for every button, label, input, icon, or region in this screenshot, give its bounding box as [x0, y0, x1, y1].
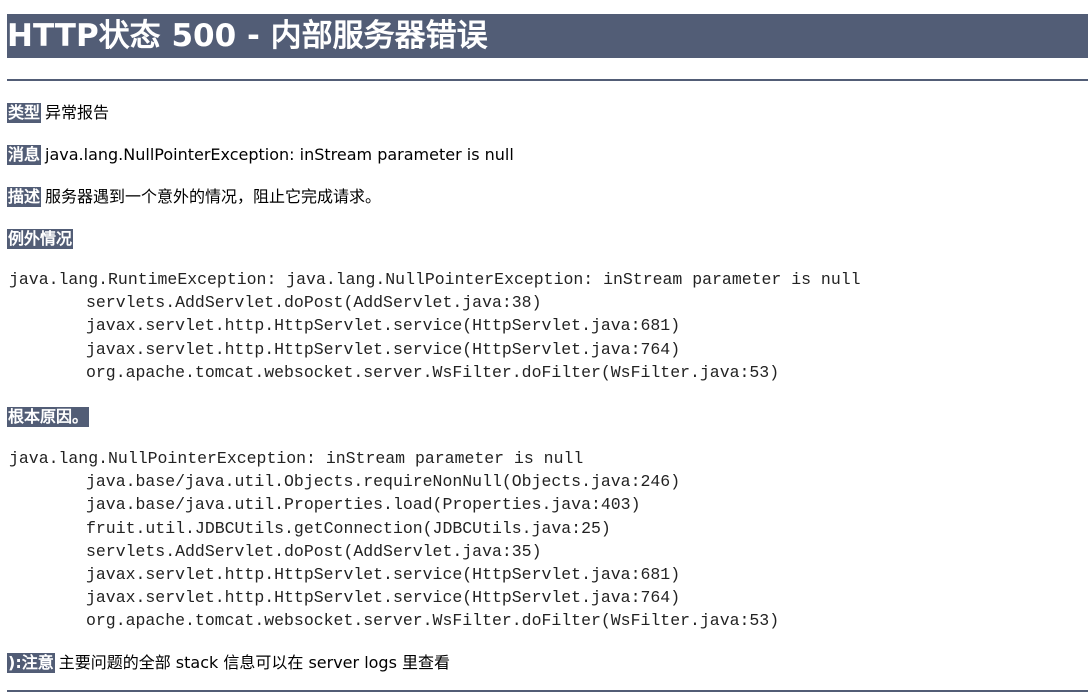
root-cause-trace-line: org.apache.tomcat.websocket.server.WsFil… [86, 611, 780, 631]
exception-label: 例外情况 [7, 229, 74, 249]
top-divider [7, 79, 1088, 81]
description-label: 描述 [7, 187, 42, 207]
exception-trace-line: javax.servlet.http.HttpServlet.service(H… [86, 339, 681, 359]
exception-trace-line: org.apache.tomcat.websocket.server.WsFil… [86, 362, 780, 382]
note-value: 主要问题的全部 stack 信息可以在 server logs 里查看 [58, 653, 451, 672]
exception-trace-line: servlets.AddServlet.doPost(AddServlet.ja… [86, 293, 542, 313]
root-cause-label: 根本原因。 [7, 407, 90, 427]
exception-heading-row: 例外情况 [7, 228, 77, 250]
message-label: 消息 [7, 145, 42, 165]
page-title-bar: HTTP状态 500 - 内部服务器错误 [7, 14, 1088, 58]
root-cause-trace-line: java.base/java.util.Objects.requireNonNu… [86, 472, 681, 492]
root-cause-heading-row: 根本原因。 [7, 406, 93, 428]
note-label: ):注意 [7, 653, 55, 673]
root-cause-trace-line: javax.servlet.http.HttpServlet.service(H… [86, 565, 681, 585]
type-value: 异常报告 [45, 103, 110, 122]
root-cause-trace-line: servlets.AddServlet.doPost(AddServlet.ja… [86, 541, 542, 561]
page-title: HTTP状态 500 - 内部服务器错误 [7, 18, 488, 54]
root-cause-trace-line: fruit.util.JDBCUtils.getConnection(JDBCU… [86, 518, 611, 538]
description-value: 服务器遇到一个意外的情况，阻止它完成请求。 [45, 187, 382, 206]
root-cause-trace-line: java.base/java.util.Properties.load(Prop… [86, 495, 641, 515]
note-row: ):注意 主要问题的全部 stack 信息可以在 server logs 里查看 [7, 652, 450, 674]
exception-trace-line: javax.servlet.http.HttpServlet.service(H… [86, 316, 681, 336]
message-value: java.lang.NullPointerException: inStream… [45, 145, 514, 164]
error-page: HTTP状态 500 - 内部服务器错误 类型 异常报告 消息 java.lang.… [0, 0, 1088, 699]
type-label: 类型 [7, 103, 42, 123]
root-cause-trace-line: java.lang.NullPointerException: inStream… [9, 449, 584, 468]
root-cause-trace-line: javax.servlet.http.HttpServlet.service(H… [86, 588, 681, 608]
bottom-divider [7, 690, 1088, 692]
exception-trace-line: java.lang.RuntimeException: java.lang.Nu… [9, 270, 861, 289]
description-row: 描述 服务器遇到一个意外的情况，阻止它完成请求。 [7, 186, 381, 208]
type-row: 类型 异常报告 [7, 102, 109, 124]
message-row: 消息 java.lang.NullPointerException: inStre… [7, 144, 514, 166]
root-cause-stack-trace: java.lang.NullPointerException: inStream… [9, 447, 779, 633]
exception-stack-trace: java.lang.RuntimeException: java.lang.Nu… [9, 268, 861, 384]
